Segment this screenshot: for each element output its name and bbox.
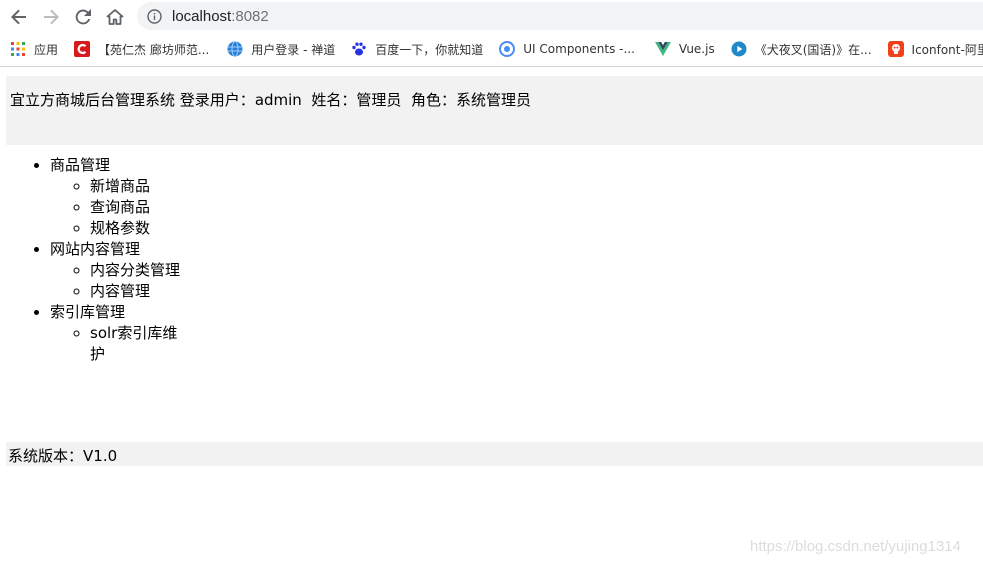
home-icon [106, 9, 124, 25]
browser-toolbar: localhost:8082 [0, 0, 983, 34]
menu-group-site-content[interactable]: 网站内容管理 内容分类管理 内容管理 [50, 239, 228, 302]
submenu-index: solr索引库维护 [50, 323, 228, 365]
home-button[interactable] [103, 5, 127, 29]
role-value: 系统管理员 [455, 91, 531, 109]
bookmark-label: UI Components -... [523, 42, 635, 56]
bookmark-label: Vue.js [678, 42, 715, 56]
bookmark-label: 《犬夜叉(国语)》在... [754, 42, 872, 57]
menu-group-label[interactable]: 商品管理 [50, 156, 110, 174]
name-value: 管理员 [356, 91, 402, 109]
bookmark-label: 百度一下，你就知道 [375, 42, 484, 57]
system-name: 宜立方商城后台管理系统 [10, 91, 176, 109]
page-header: 宜立方商城后台管理系统 登录用户：admin 姓名：管理员 角色：系统管理员 [6, 76, 983, 145]
login-user-value: admin [254, 91, 302, 109]
url-host: localhost [172, 7, 232, 25]
browser-chrome: localhost:8082 应用 【苑仁杰 廊坊师范... 用户登录 - 禅… [0, 0, 983, 67]
globe-icon [227, 41, 243, 57]
bookmark-ui-components[interactable]: UI Components -... [499, 41, 635, 57]
menu-item-solr-maintain[interactable]: solr索引库维护 [90, 323, 188, 365]
menu-group-products[interactable]: 商品管理 新增商品 查询商品 规格参数 [50, 155, 228, 239]
submenu-products: 新增商品 查询商品 规格参数 [50, 176, 228, 239]
bookmark-csdn[interactable]: 【苑仁杰 廊坊师范... [74, 41, 209, 58]
bookmark-label: Iconfont-阿里巴巴矢量图标库 [911, 42, 983, 57]
role-label: 角色： [410, 91, 456, 109]
apps-grid-icon [10, 41, 26, 57]
address-bar[interactable]: localhost:8082 [137, 2, 983, 30]
menu-item-spec-params[interactable]: 规格参数 [90, 218, 188, 239]
menu-group-index[interactable]: 索引库管理 solr索引库维护 [50, 302, 228, 365]
bookmark-label: 应用 [34, 42, 59, 57]
bookmark-apps[interactable]: 应用 [10, 41, 58, 58]
menu-item-add-product[interactable]: 新增商品 [90, 176, 188, 197]
reload-icon [75, 9, 91, 25]
bookmark-label: 【苑仁杰 廊坊师范... [98, 42, 210, 57]
vue-logo-icon [654, 41, 671, 57]
bookmark-vuejs[interactable]: Vue.js [654, 41, 715, 57]
reload-button[interactable] [71, 5, 95, 29]
info-icon[interactable] [147, 8, 162, 24]
bookmark-baidu[interactable]: 百度一下，你就知道 [351, 41, 483, 58]
back-button[interactable] [7, 5, 31, 29]
circle-target-icon [499, 41, 516, 57]
page-content: 宜立方商城后台管理系统 登录用户：admin 姓名：管理员 角色：系统管理员 商… [0, 67, 983, 565]
menu-item-content-manage[interactable]: 内容管理 [90, 281, 188, 302]
version-label: 系统版本： [8, 447, 84, 465]
bookmark-zentao[interactable]: 用户登录 - 禅道 [227, 41, 335, 58]
menu-item-content-category[interactable]: 内容分类管理 [90, 260, 188, 281]
name-label: 姓名： [311, 91, 357, 109]
csdn-logo-icon [74, 41, 91, 57]
url-port: :8082 [231, 7, 269, 25]
login-user-label: 登录用户： [179, 91, 255, 109]
version-value: V1.0 [83, 447, 118, 465]
arrow-right-icon [44, 9, 59, 25]
watermark: https://blog.csdn.net/yujing1314 [750, 538, 961, 555]
video-play-icon [731, 41, 747, 57]
arrow-left-icon [11, 9, 26, 25]
menu-item-query-product[interactable]: 查询商品 [90, 197, 188, 218]
menu-group-label[interactable]: 索引库管理 [50, 303, 125, 321]
page-footer: 系统版本：V1.0 [6, 442, 983, 466]
side-menu: 商品管理 新增商品 查询商品 规格参数 网站内容管理 内容分类管理 内容管理 索… [10, 155, 228, 365]
bookmark-video[interactable]: 《犬夜叉(国语)》在... [731, 41, 872, 58]
bookmark-label: 用户登录 - 禅道 [251, 42, 336, 57]
submenu-site-content: 内容分类管理 内容管理 [50, 260, 228, 302]
forward-button[interactable] [39, 5, 63, 29]
bookmark-iconfont[interactable]: Iconfont-阿里巴巴矢量图标库 [887, 41, 983, 58]
iconfont-logo-icon [887, 41, 904, 57]
baidu-paw-icon [351, 41, 367, 57]
menu-group-label[interactable]: 网站内容管理 [50, 240, 140, 258]
bookmarks-bar: 应用 【苑仁杰 廊坊师范... 用户登录 - 禅道 百度一下，你就知道 UI C… [0, 34, 983, 64]
